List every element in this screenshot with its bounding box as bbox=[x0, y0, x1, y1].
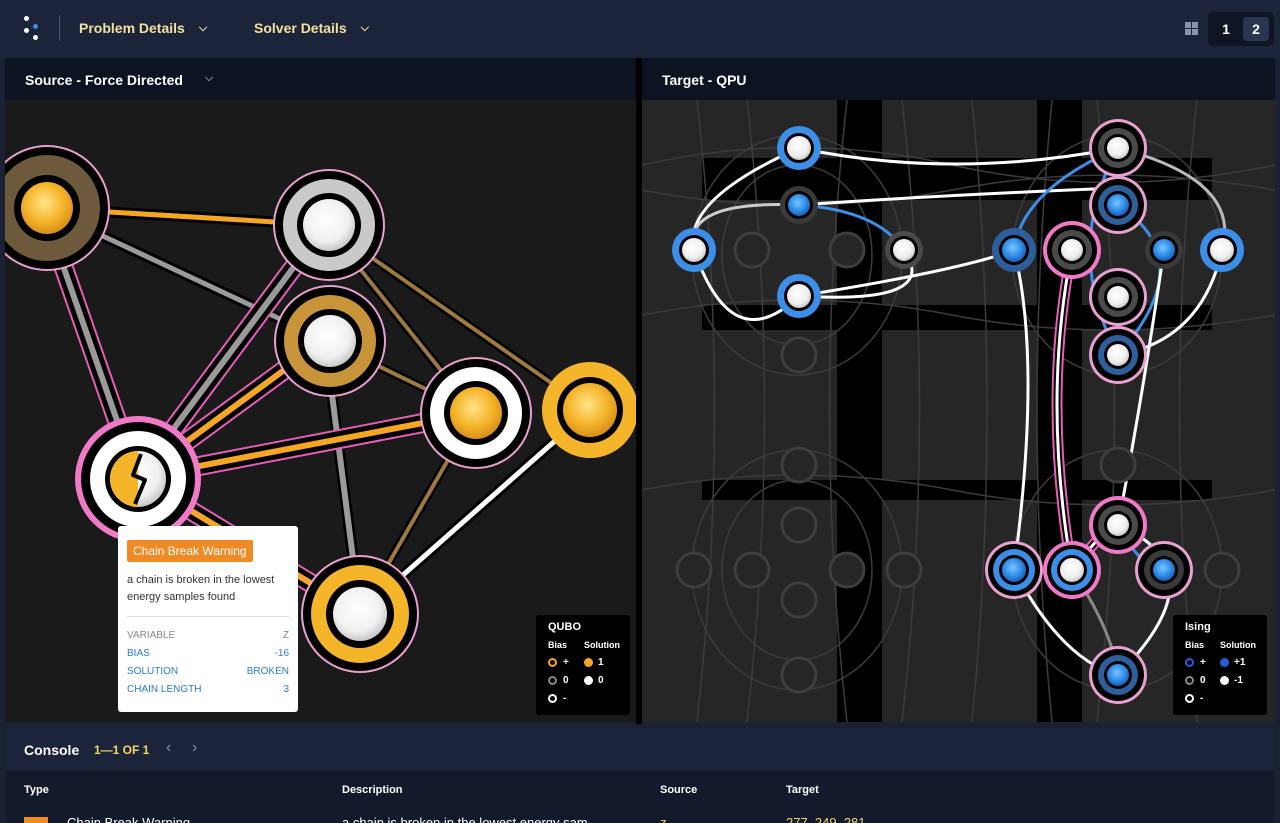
row-description: a chain is broken in the lowest energy s… bbox=[342, 815, 588, 823]
legend-item: +1 bbox=[1234, 657, 1246, 668]
legend-bias-header: Bias bbox=[548, 640, 568, 650]
column-header-target[interactable]: Target bbox=[786, 784, 819, 796]
chevron-right-icon[interactable]: › bbox=[192, 739, 197, 757]
qubo-legend: QUBO Bias Solution + 0 - 1 0 bbox=[536, 615, 630, 715]
chevron-down-icon[interactable]: ⌵ bbox=[205, 72, 213, 85]
chevron-left-icon[interactable]: ‹ bbox=[166, 739, 171, 757]
tooltip-row-solution: SOLUTION BROKEN bbox=[127, 666, 289, 677]
problem-details-label: Problem Details bbox=[79, 20, 185, 36]
legend-title: Ising bbox=[1185, 621, 1211, 633]
tooltip-row-value: BROKEN bbox=[246, 666, 289, 677]
source-panel-title: Source - Force Directed bbox=[25, 72, 183, 88]
legend-solution-header: Solution bbox=[584, 640, 620, 650]
divider bbox=[59, 15, 60, 41]
source-node[interactable] bbox=[420, 357, 532, 469]
solver-details-menu[interactable]: Solver Details ⌵ bbox=[254, 20, 369, 36]
bias-zero-icon bbox=[548, 676, 557, 685]
ising-legend: Ising Bias Solution + 0 - +1 -1 bbox=[1173, 615, 1267, 715]
solution-plus-one-icon bbox=[1220, 658, 1229, 667]
legend-item: - bbox=[1200, 693, 1204, 704]
legend-item: 0 bbox=[1200, 675, 1206, 686]
tooltip-row-variable: VARIABLE Z bbox=[127, 630, 289, 641]
console-table: Type Description Source Target Chain Bre… bbox=[5, 770, 1275, 823]
page-switcher: 1 2 bbox=[1208, 12, 1274, 46]
tooltip-row-value: Z bbox=[282, 630, 289, 641]
chevron-down-icon: ⌵ bbox=[360, 21, 369, 34]
chevron-down-icon: ⌵ bbox=[198, 21, 208, 34]
divider bbox=[127, 616, 289, 617]
legend-item: + bbox=[563, 657, 569, 668]
solution-one-icon bbox=[584, 658, 593, 667]
legend-item: 0 bbox=[598, 675, 604, 686]
tooltip-tag: Chain Break Warning bbox=[127, 540, 253, 562]
legend-item: 0 bbox=[563, 675, 569, 686]
grid-layout-icon[interactable] bbox=[1185, 22, 1198, 35]
tooltip-row-bias: BIAS -16 bbox=[127, 648, 289, 659]
problem-details-menu[interactable]: Problem Details ⌵ bbox=[79, 20, 207, 36]
tooltip-row-label: SOLUTION bbox=[127, 666, 179, 677]
row-source: z bbox=[660, 815, 667, 823]
legend-bias-header: Bias bbox=[1185, 640, 1205, 650]
console-title: Console bbox=[24, 742, 80, 758]
solution-minus-one-icon bbox=[1220, 676, 1229, 685]
warning-icon bbox=[24, 817, 48, 823]
source-node[interactable] bbox=[542, 362, 636, 458]
legend-item: -1 bbox=[1234, 675, 1243, 686]
page-1-button[interactable]: 1 bbox=[1213, 17, 1239, 41]
legend-solution-header: Solution bbox=[1220, 640, 1256, 650]
target-panel-title: Target - QPU bbox=[662, 72, 747, 88]
bias-plus-icon bbox=[1185, 658, 1194, 667]
target-panel-header: Target - QPU bbox=[642, 58, 1275, 100]
bias-minus-icon bbox=[548, 694, 557, 703]
source-panel-header: Source - Force Directed ⌵ bbox=[5, 58, 636, 100]
bias-minus-icon bbox=[1185, 694, 1194, 703]
row-target: 277, 249, 281 bbox=[786, 815, 866, 823]
column-header-description[interactable]: Description bbox=[342, 784, 403, 796]
legend-title: QUBO bbox=[548, 621, 581, 633]
legend-item: + bbox=[1200, 657, 1206, 668]
top-bar: Problem Details ⌵ Solver Details ⌵ 1 2 bbox=[0, 0, 1280, 58]
source-node[interactable] bbox=[301, 555, 419, 673]
app-logo-icon[interactable] bbox=[20, 14, 44, 44]
column-header-type[interactable]: Type bbox=[24, 784, 49, 796]
page-2-button[interactable]: 2 bbox=[1243, 17, 1269, 41]
tooltip-row-label: CHAIN LENGTH bbox=[127, 684, 202, 695]
console-pagination: 1—1 OF 1 bbox=[94, 743, 150, 757]
chain-break-tooltip: Chain Break Warning a chain is broken in… bbox=[118, 526, 298, 712]
source-node[interactable] bbox=[5, 145, 110, 271]
row-type: Chain Break Warning bbox=[67, 815, 191, 823]
column-header-source[interactable]: Source bbox=[660, 784, 697, 796]
legend-item: - bbox=[563, 693, 567, 704]
bias-plus-icon bbox=[548, 658, 557, 667]
console-header: Console 1—1 OF 1 ‹ › bbox=[5, 728, 1275, 770]
tooltip-row-label: BIAS bbox=[127, 648, 150, 659]
tooltip-row-chain-length: CHAIN LENGTH 3 bbox=[127, 684, 289, 695]
bias-zero-icon bbox=[1185, 676, 1194, 685]
legend-item: 1 bbox=[598, 657, 604, 668]
tooltip-row-value: 3 bbox=[283, 684, 289, 695]
tooltip-row-label: VARIABLE bbox=[127, 630, 176, 641]
tooltip-row-value: -16 bbox=[274, 648, 289, 659]
tooltip-description: a chain is broken in the lowest energy s… bbox=[127, 574, 275, 603]
source-node[interactable] bbox=[273, 169, 385, 281]
solution-zero-icon bbox=[584, 676, 593, 685]
solver-details-label: Solver Details bbox=[254, 20, 347, 36]
source-node[interactable] bbox=[274, 285, 386, 397]
source-node-chain-break[interactable] bbox=[75, 416, 201, 542]
